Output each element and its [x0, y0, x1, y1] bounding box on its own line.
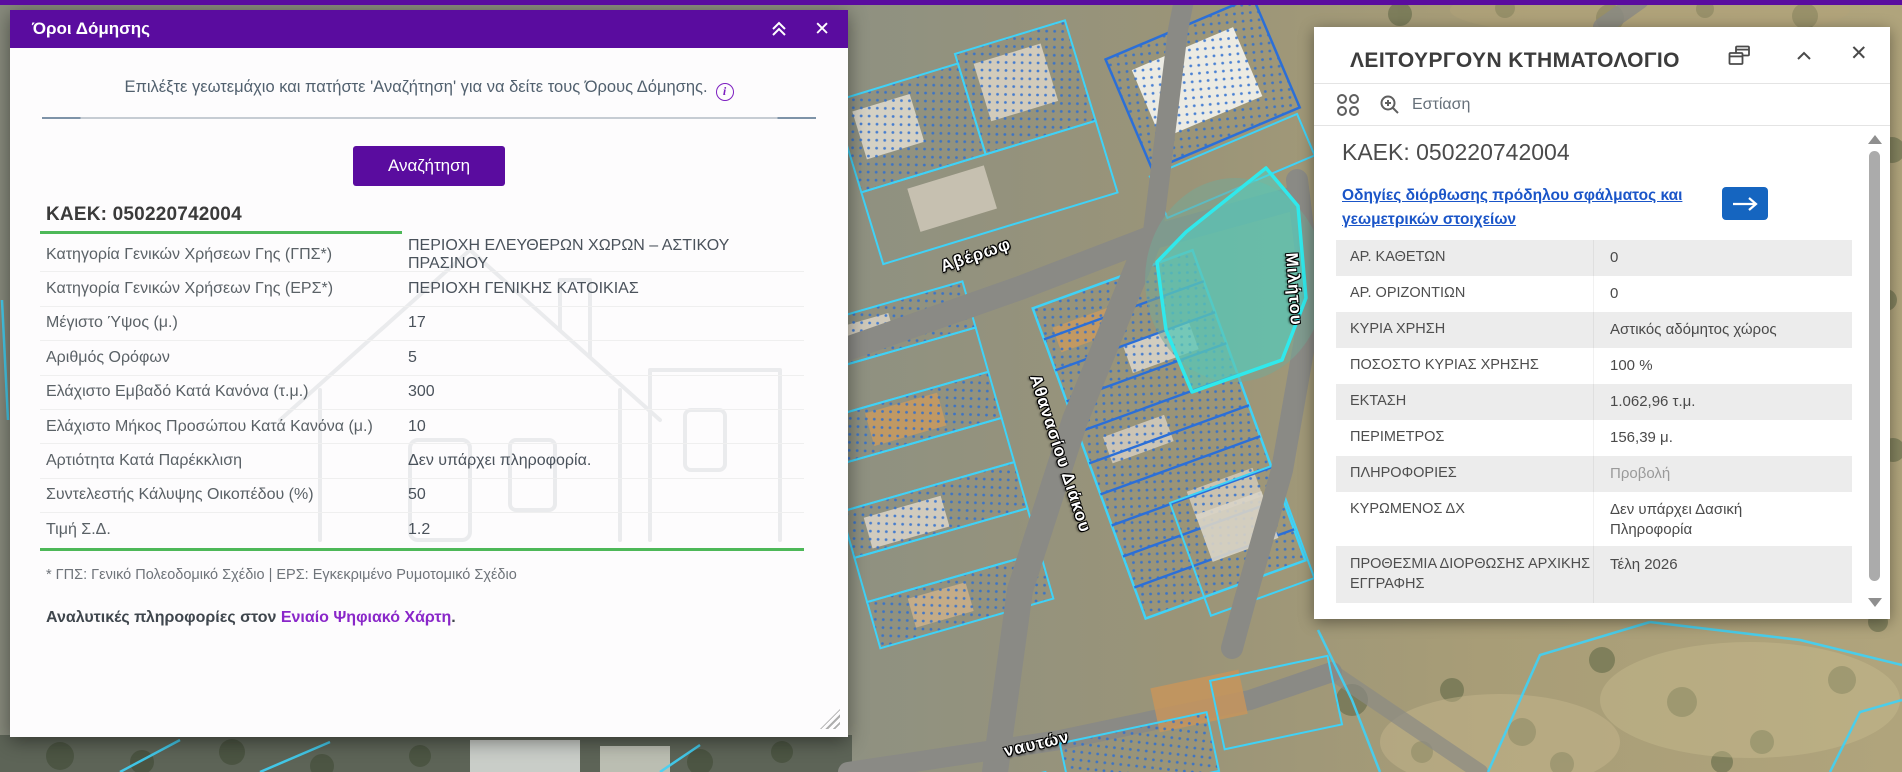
view-link-disabled[interactable]: Προβολή: [1594, 464, 1670, 484]
related-records-icon[interactable]: [1336, 93, 1360, 117]
right-arrow-icon: [1730, 195, 1760, 213]
table-row: Αριθμός Ορόφων5: [40, 341, 804, 375]
kaek-heading: ΚΑΕΚ: 050220742004: [46, 204, 242, 226]
table-row: ΠΟΣΟΣΤΟ ΚΥΡΙΑΣ ΧΡΗΣΗΣ100 %: [1336, 348, 1852, 384]
table-row: ΚΥΡΩΜΕΝΟΣ ΔΧΔεν υπάρχει Δασική Πληροφορί…: [1336, 492, 1852, 546]
table-row: Ελάχιστο Μήκος Προσώπου Κατά Κανόνα (μ.)…: [40, 410, 804, 444]
correction-instructions-link[interactable]: Οδηγίες διόρθωσης πρόδηλου σφάλματος και…: [1342, 184, 1710, 232]
resize-handle[interactable]: [820, 709, 840, 729]
table-row: ΕΚΤΑΣΗ1.062,96 τ.μ.: [1336, 384, 1852, 420]
kaek-heading: ΚΑΕΚ: 050220742004: [1342, 139, 1570, 166]
instruction-text: Επιλέξτε γεωτεμάχιο και πατήστε 'Αναζήτη…: [10, 78, 848, 101]
print-icon[interactable]: [1728, 45, 1752, 67]
building-terms-table: Κατηγορία Γενικών Χρήσεων Γης (ΓΠΣ*)ΠΕΡΙ…: [40, 238, 804, 548]
scrollbar[interactable]: [1866, 131, 1882, 611]
more-info-line: Αναλυτικές πληροφορίες στον Ενιαίο Ψηφια…: [46, 609, 456, 627]
building-terms-dialog: Όροι Δόμησης ✕ Επιλέξτε γεωτεμάχιο και π…: [10, 10, 848, 737]
table-row: ΠΛΗΡΟΦΟΡΙΕΣΠροβολή: [1336, 456, 1852, 492]
table-row: ΚΥΡΙΑ ΧΡΗΣΗΑστικός αδόμητος χώρος: [1336, 312, 1852, 348]
parcel-attributes-table: ΑΡ. ΚΑΘΕΤΩΝ0 ΑΡ. ΟΡΙΖΟΝΤΙΩΝ0 ΚΥΡΙΑ ΧΡΗΣΗ…: [1336, 240, 1852, 603]
collapse-icon[interactable]: [768, 18, 790, 40]
scroll-up-arrow[interactable]: [1868, 135, 1882, 144]
panel-title: ΛΕΙΤΟΥΡΓΟΥΝ ΚΤΗΜΑΤΟΛΟΓΙΟ: [1350, 49, 1680, 73]
table-row: Τιμή Σ.Δ.1.2: [40, 513, 804, 547]
table-row: ΑΡ. ΟΡΙΖΟΝΤΙΩΝ0: [1336, 276, 1852, 312]
close-icon[interactable]: ✕: [1850, 41, 1868, 66]
app-window: Αβέρωφ Αθανασίου Διάκου Μιλήτου ναυτών Ό…: [0, 0, 1902, 772]
digital-map-link[interactable]: Ενιαίο Ψηφιακό Χάρτη: [281, 609, 451, 626]
scroll-thumb[interactable]: [1869, 151, 1880, 581]
divider: [1314, 125, 1890, 126]
app-top-bar-edge: [0, 0, 1902, 5]
dialog-header[interactable]: Όροι Δόμησης ✕: [10, 10, 848, 48]
divider: [42, 117, 816, 119]
table-row: ΠΡΟΘΕΣΜΙΑ ΔΙΟΡΘΩΣΗΣ ΑΡΧΙΚΗΣ ΕΓΓΡΑΦΗΣΤέλη…: [1336, 546, 1852, 603]
scroll-down-arrow[interactable]: [1868, 598, 1882, 607]
table-row: ΠΕΡΙΜΕΤΡΟΣ156,39 μ.: [1336, 420, 1852, 456]
table-row: Ελάχιστο Εμβαδό Κατά Κανόνα (τ.μ.)300: [40, 376, 804, 410]
zoom-to-label[interactable]: Εστίαση: [1412, 96, 1470, 114]
dialog-title: Όροι Δόμησης: [32, 19, 150, 39]
table-row: Κατηγορία Γενικών Χρήσεων Γης (ΕΡΣ*)ΠΕΡΙ…: [40, 272, 804, 306]
go-arrow-button[interactable]: [1722, 187, 1768, 220]
table-row: Κατηγορία Γενικών Χρήσεων Γης (ΓΠΣ*)ΠΕΡΙ…: [40, 238, 804, 272]
green-divider-top: [40, 231, 402, 234]
footnote: * ΓΠΣ: Γενικό Πολεοδομικό Σχέδιο | ΕΡΣ: …: [46, 567, 517, 583]
info-icon[interactable]: i: [716, 83, 734, 101]
table-row: Αρτιότητα Κατά ΠαρέκκλισηΔεν υπάρχει πλη…: [40, 444, 804, 478]
divider: [1314, 83, 1890, 84]
table-row: Συντελεστής Κάλυψης Οικοπέδου (%)50: [40, 479, 804, 513]
close-icon[interactable]: ✕: [814, 18, 830, 41]
table-row: ΑΡ. ΚΑΘΕΤΩΝ0: [1336, 240, 1852, 276]
zoom-to-icon[interactable]: [1378, 93, 1402, 117]
search-button[interactable]: Αναζήτηση: [353, 146, 505, 186]
table-row: Μέγιστο Ύψος (μ.)17: [40, 307, 804, 341]
collapse-icon[interactable]: [1794, 49, 1814, 63]
cadastre-panel: ΛΕΙΤΟΥΡΓΟΥΝ ΚΤΗΜΑΤΟΛΟΓΙΟ ✕ Εστίαση: [1314, 27, 1890, 619]
green-divider-bottom: [40, 548, 804, 551]
